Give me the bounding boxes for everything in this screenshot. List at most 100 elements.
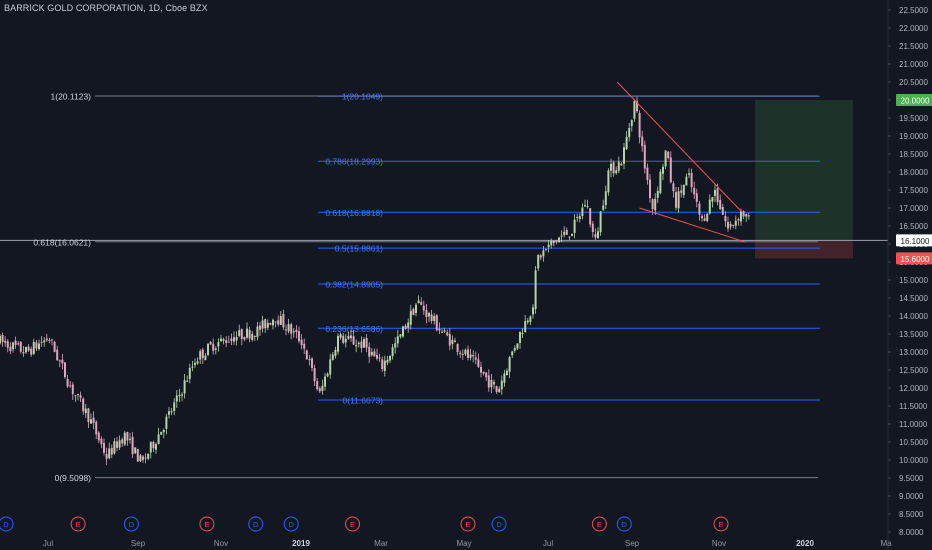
event-marker-label: E	[204, 520, 209, 529]
candle-body	[103, 443, 105, 453]
candle-body	[586, 206, 589, 208]
candle-body	[217, 342, 220, 347]
candle-body	[233, 337, 235, 342]
candle-body	[191, 366, 194, 368]
candle-body	[292, 331, 295, 333]
candle-body	[435, 315, 438, 331]
candle-body	[420, 302, 423, 305]
candle-body	[545, 248, 547, 250]
candle-body	[178, 394, 181, 396]
candle-body	[672, 183, 675, 192]
candle-body	[610, 163, 612, 171]
candle-body	[643, 145, 646, 169]
candle-body	[95, 421, 98, 435]
candle-body	[651, 199, 654, 210]
candle-body	[173, 402, 176, 412]
candle-body	[220, 338, 222, 342]
candle-body	[157, 434, 160, 444]
candle-body	[243, 337, 246, 340]
price-tick-label: 8.5000	[899, 510, 924, 519]
candle-body	[27, 346, 30, 351]
candle-body	[633, 100, 636, 119]
candle-body	[646, 167, 649, 181]
candle-body	[266, 322, 269, 328]
price-tick-label: 22.5000	[899, 6, 928, 15]
candle-body	[1, 334, 4, 342]
candle-body	[35, 342, 38, 349]
price-tick-label: 14.0000	[899, 312, 928, 321]
candle-body	[615, 170, 618, 174]
candle-body	[201, 349, 204, 359]
candle-body	[526, 320, 529, 323]
candle-body	[256, 326, 259, 338]
candle-body	[409, 310, 412, 325]
candle-body	[542, 250, 545, 257]
candle-body	[711, 197, 714, 202]
candle-body	[568, 236, 571, 238]
candle-body	[90, 419, 92, 424]
candle-body	[225, 340, 228, 343]
candle-body	[537, 255, 540, 269]
candle-body	[321, 385, 324, 391]
candle-body	[477, 359, 480, 367]
candle-body	[680, 190, 683, 193]
candle-body	[142, 456, 144, 460]
candle-body	[331, 354, 334, 360]
candle-body	[136, 449, 139, 462]
candle-body	[38, 343, 40, 350]
candle-body	[451, 339, 454, 344]
price-tick-label: 18.0000	[899, 168, 928, 177]
candle-body	[620, 163, 623, 166]
candle-body	[438, 328, 441, 331]
event-marker-label: D	[3, 520, 9, 529]
candle-body	[355, 345, 358, 347]
candle-body	[204, 355, 207, 361]
event-marker-label: E	[76, 520, 81, 529]
candle-body	[194, 362, 196, 365]
chart-background	[0, 0, 932, 550]
candle-body	[724, 215, 727, 222]
candle-body	[506, 370, 508, 376]
price-chart[interactable]: 1(20.1049) 0.786(18.2993) 0.618(16.8818) 0.…	[0, 0, 932, 550]
candle-body	[165, 416, 168, 429]
candle-body	[350, 335, 352, 339]
time-tick-label: 2020	[796, 539, 814, 548]
candle-body	[565, 229, 568, 235]
candle-body	[64, 362, 66, 378]
candle-body	[693, 187, 696, 195]
candle-body	[482, 371, 485, 374]
candle-body	[71, 384, 74, 395]
candle-body	[207, 343, 209, 355]
event-marker-label: E	[719, 520, 724, 529]
price-tick-label: 13.0000	[899, 348, 928, 357]
candle-body	[186, 380, 189, 382]
time-tick-label: Sep	[131, 539, 146, 548]
price-tick-label: 11.0000	[899, 420, 928, 429]
candle-body	[732, 224, 735, 226]
candle-body	[500, 380, 503, 390]
candle-body	[199, 351, 202, 360]
price-tick-label: 19.0000	[899, 132, 928, 141]
candle-body	[599, 211, 602, 233]
time-tick-label: Nov	[712, 539, 726, 548]
candle-body	[654, 198, 657, 211]
candle-body	[560, 235, 563, 237]
fib-prior-level-label: 1(20.1123)	[51, 91, 92, 101]
candle-body	[729, 224, 732, 227]
fib-level-label: 0(11.6673)	[343, 395, 384, 405]
time-tick-label: May	[456, 539, 471, 548]
candle-body	[649, 179, 651, 198]
candle-body	[433, 315, 436, 322]
stop-price-label: 15.6000	[901, 255, 930, 264]
candle-body	[51, 339, 53, 341]
candle-body	[274, 321, 277, 323]
candle-body	[467, 349, 469, 358]
price-tick-label: 10.0000	[899, 456, 928, 465]
candle-body	[45, 338, 48, 341]
candle-body	[261, 320, 264, 329]
candle-body	[84, 408, 87, 414]
candle-body	[295, 329, 298, 333]
candle-body	[160, 431, 163, 435]
candle-body	[532, 307, 534, 315]
candle-body	[25, 346, 27, 353]
